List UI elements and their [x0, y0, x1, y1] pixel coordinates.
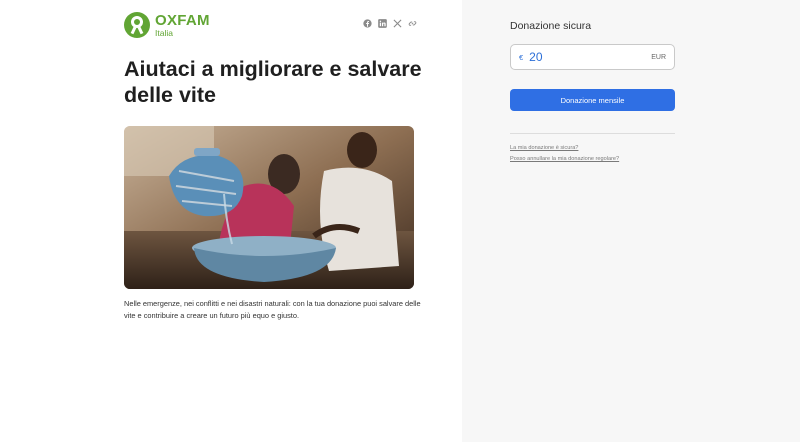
donation-title: Donazione sicura	[510, 20, 592, 32]
cancel-info-link[interactable]: Posso annullare la mia donazione regolar…	[510, 156, 619, 162]
oxfam-logo[interactable]: OXFAM Italia	[124, 12, 210, 38]
oxfam-logo-icon	[124, 12, 150, 38]
facebook-icon[interactable]	[363, 19, 372, 28]
brand-name: OXFAM	[155, 11, 210, 29]
security-info-link[interactable]: La mia donazione è sicura?	[510, 145, 578, 151]
monthly-donation-button[interactable]: Donazione mensile	[510, 89, 675, 111]
hero-photo	[124, 126, 414, 289]
page-title: Aiutaci a migliorare e salvare delle vit…	[124, 57, 422, 107]
linkedin-icon[interactable]	[378, 19, 387, 28]
share-bar	[363, 19, 417, 28]
currency-code: EUR	[651, 53, 666, 61]
divider	[510, 133, 675, 134]
x-icon[interactable]	[393, 19, 402, 28]
brand-sub: Italia	[155, 27, 173, 38]
amount-field[interactable]: € 20 EUR	[510, 44, 675, 70]
description-text: Nelle emergenze, nei conflitti e nei dis…	[124, 299, 421, 320]
content-panel: OXFAM Italia Aiutaci a migliorare e salv…	[0, 0, 462, 442]
currency-symbol: €	[519, 52, 524, 62]
amount-input[interactable]: 20	[529, 50, 651, 64]
link-icon[interactable]	[408, 19, 417, 28]
